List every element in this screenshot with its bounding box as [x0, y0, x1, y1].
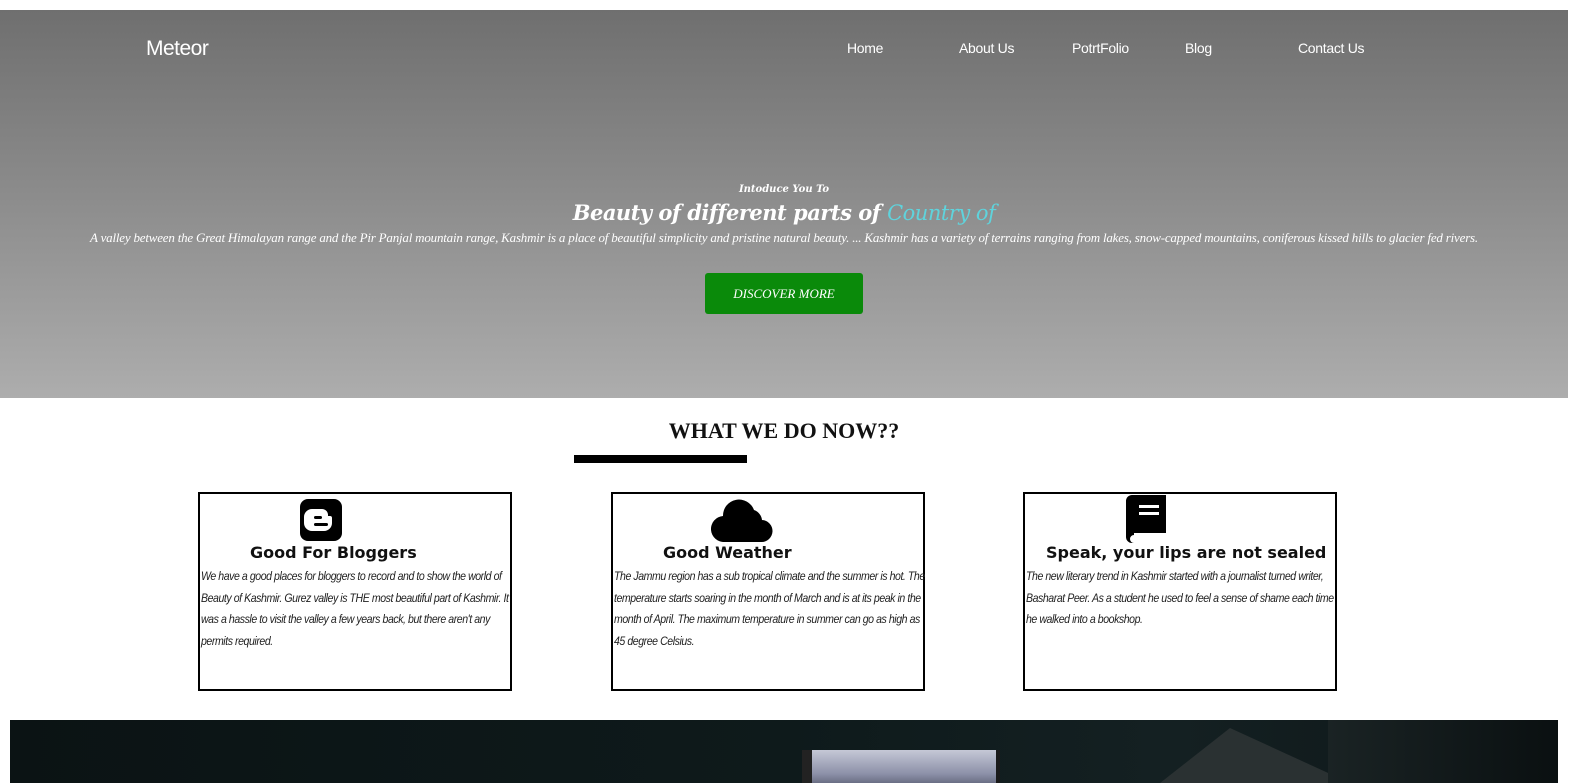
card-title: Speak, your lips are not sealed: [1046, 543, 1327, 562]
section-underline: [574, 455, 747, 463]
nav-home[interactable]: Home: [847, 40, 883, 56]
book-icon: [1125, 495, 1169, 543]
landscape-photo: [802, 750, 1000, 783]
card-text: The new literary trend in Kashmir starte…: [1026, 569, 1334, 627]
cloud-icon: [711, 498, 773, 542]
hero-title-main: Beauty of different parts of: [572, 200, 888, 225]
trees-silhouette: [1328, 720, 1558, 783]
section-title: WHAT WE DO NOW??: [0, 418, 1568, 444]
mountain-silhouette: [1160, 728, 1350, 783]
section-title-text: WHAT WE DO NOW??: [668, 418, 900, 443]
brand-logo[interactable]: Meteor: [146, 37, 209, 61]
card-bloggers: Good For Bloggers We have a good places …: [198, 492, 512, 691]
nav-blog[interactable]: Blog: [1185, 40, 1212, 56]
discover-more-button[interactable]: DISCOVER MORE: [705, 273, 863, 314]
hero-banner: Meteor Home About Us PotrtFolio Blog Con…: [0, 10, 1568, 398]
bottom-photo-band: [10, 720, 1558, 783]
card-weather: Good Weather The Jammu region has a sub …: [611, 492, 925, 691]
card-text: We have a good places for bloggers to re…: [201, 569, 509, 649]
card-title: Good For Bloggers: [250, 543, 417, 562]
hero-description: A valley between the Great Himalayan ran…: [90, 230, 1478, 245]
card-title: Good Weather: [663, 543, 792, 562]
hero-title: Beauty of different parts of Country of: [0, 200, 1568, 225]
nav-portfolio[interactable]: PotrtFolio: [1072, 40, 1129, 56]
nav-contact-us[interactable]: Contact Us: [1298, 40, 1365, 56]
nav-about-us[interactable]: About Us: [959, 40, 1014, 56]
card-text: The Jammu region has a sub tropical clim…: [614, 569, 925, 649]
card-literature: Speak, your lips are not sealed The new …: [1023, 492, 1337, 691]
hero-intro: Intoduce You To: [738, 184, 830, 195]
blogger-icon: [299, 498, 343, 542]
hero-title-accent: Country of: [887, 201, 996, 225]
